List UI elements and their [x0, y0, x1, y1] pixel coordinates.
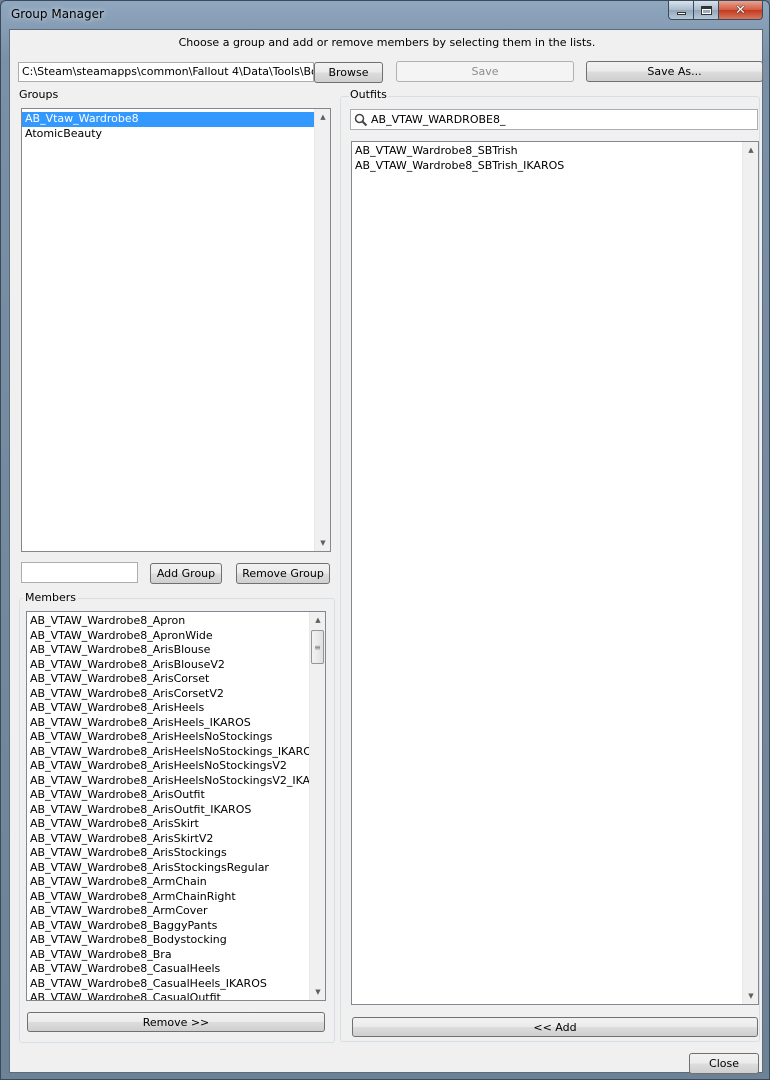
outfit-list-item[interactable]: AB_VTAW_Wardrobe8_SBTrish	[352, 144, 758, 159]
member-list-item[interactable]: AB_VTAW_Wardrobe8_ArisOutfit	[27, 788, 325, 803]
scroll-up-icon[interactable]: ▲	[310, 612, 325, 628]
scroll-up-icon[interactable]: ▲	[315, 109, 330, 125]
member-list-item[interactable]: AB_VTAW_Wardrobe8_ArisSkirt	[27, 817, 325, 832]
browse-button[interactable]: Browse	[314, 62, 383, 83]
scroll-down-icon[interactable]: ▼	[315, 535, 330, 551]
group-manager-window: Group Manager ✕ Choose a group and add o…	[0, 0, 770, 1080]
outfits-items: AB_VTAW_Wardrobe8_SBTrish AB_VTAW_Wardrob…	[352, 142, 758, 173]
member-list-item[interactable]: AB_VTAW_Wardrobe8_ArmChain	[27, 875, 325, 890]
groups-label: Groups	[19, 88, 59, 101]
member-list-item[interactable]: AB_VTAW_Wardrobe8_ArmChainRight	[27, 890, 325, 905]
close-icon: ✕	[735, 2, 746, 18]
member-list-item[interactable]: AB_VTAW_Wardrobe8_Bra	[27, 948, 325, 963]
member-list-item[interactable]: AB_VTAW_Wardrobe8_CasualOutfit	[27, 991, 325, 1000]
member-list-item[interactable]: AB_VTAW_Wardrobe8_ArisHeels	[27, 701, 325, 716]
groups-scrollbar[interactable]: ▲ ▼	[314, 109, 330, 551]
member-list-item[interactable]: AB_VTAW_Wardrobe8_BaggyPants	[27, 919, 325, 934]
member-list-item[interactable]: AB_VTAW_Wardrobe8_ArisHeels_IKAROS	[27, 716, 325, 731]
members-scrollbar[interactable]: ▲ ≡ ▼	[309, 612, 325, 1000]
scroll-down-icon[interactable]: ▼	[310, 984, 325, 1000]
scroll-down-icon[interactable]: ▼	[743, 988, 758, 1004]
minimize-button[interactable]	[668, 1, 694, 20]
outfits-list[interactable]: AB_VTAW_Wardrobe8_SBTrish AB_VTAW_Wardrob…	[351, 141, 759, 1005]
group-list-item[interactable]: AB_Vtaw_Wardrobe8	[22, 112, 330, 127]
outfits-label: Outfits	[349, 88, 388, 101]
member-list-item[interactable]: AB_VTAW_Wardrobe8_ArisOutfit_IKAROS	[27, 803, 325, 818]
remove-group-button[interactable]: Remove Group	[236, 563, 330, 584]
scroll-up-icon[interactable]: ▲	[743, 142, 758, 158]
member-list-item[interactable]: AB_VTAW_Wardrobe8_CasualHeels	[27, 962, 325, 977]
path-field[interactable]: C:\Steam\steamapps\common\Fallout 4\Data…	[18, 62, 314, 82]
member-list-item[interactable]: AB_VTAW_Wardrobe8_ArisBlouse	[27, 643, 325, 658]
instruction-text: Choose a group and add or remove members…	[178, 36, 596, 49]
member-list-item[interactable]: AB_VTAW_Wardrobe8_Apron	[27, 614, 325, 629]
close-button[interactable]: Close	[689, 1053, 759, 1074]
members-items: AB_VTAW_Wardrobe8_Apron AB_VTAW_Wardrobe8…	[27, 612, 325, 1000]
title-bar[interactable]: Group Manager ✕	[1, 1, 769, 29]
window-controls: ✕	[668, 1, 763, 20]
group-list-item[interactable]: AtomicBeauty	[22, 127, 330, 142]
member-list-item[interactable]: AB_VTAW_Wardrobe8_ArisStockings	[27, 846, 325, 861]
member-list-item[interactable]: AB_VTAW_Wardrobe8_ArisCorsetV2	[27, 687, 325, 702]
dialog-client-area: Choose a group and add or remove members…	[9, 29, 763, 1074]
maximize-icon	[700, 5, 712, 15]
member-list-item[interactable]: AB_VTAW_Wardrobe8_Bodystocking	[27, 933, 325, 948]
new-group-input[interactable]	[21, 562, 138, 583]
member-list-item[interactable]: AB_VTAW_Wardrobe8_ApronWide	[27, 629, 325, 644]
members-label: Members	[23, 591, 78, 604]
member-list-item[interactable]: AB_VTAW_Wardrobe8_ArisHeelsNoStockings	[27, 730, 325, 745]
save-as-button[interactable]: Save As...	[586, 61, 763, 82]
window-title: Group Manager	[11, 7, 104, 21]
maximize-button[interactable]	[694, 1, 719, 20]
groups-items: AB_Vtaw_Wardrobe8 AtomicBeauty	[22, 109, 330, 141]
save-button[interactable]: Save	[396, 61, 574, 82]
member-list-item[interactable]: AB_VTAW_Wardrobe8_ArmCover	[27, 904, 325, 919]
remove-member-button[interactable]: Remove >>	[27, 1012, 325, 1032]
close-window-button[interactable]: ✕	[719, 1, 763, 20]
outfit-search-value: AB_VTAW_WARDROBE8_	[371, 113, 506, 126]
search-icon	[351, 113, 371, 127]
add-outfit-button[interactable]: << Add	[352, 1017, 758, 1037]
members-list[interactable]: AB_VTAW_Wardrobe8_Apron AB_VTAW_Wardrobe8…	[26, 611, 326, 1001]
outfits-scrollbar[interactable]: ▲ ▼	[742, 142, 758, 1004]
member-list-item[interactable]: AB_VTAW_Wardrobe8_ArisCorset	[27, 672, 325, 687]
outfit-list-item[interactable]: AB_VTAW_Wardrobe8_SBTrish_IKAROS	[352, 159, 758, 174]
member-list-item[interactable]: AB_VTAW_Wardrobe8_CasualHeels_IKAROS	[27, 977, 325, 992]
member-list-item[interactable]: AB_VTAW_Wardrobe8_ArisHeelsNoStockingsV2…	[27, 774, 325, 789]
member-list-item[interactable]: AB_VTAW_Wardrobe8_ArisBlouseV2	[27, 658, 325, 673]
outfit-search-input[interactable]: AB_VTAW_WARDROBE8_	[350, 109, 758, 130]
add-group-button[interactable]: Add Group	[150, 563, 222, 584]
minimize-icon	[676, 11, 686, 15]
member-list-item[interactable]: AB_VTAW_Wardrobe8_ArisHeelsNoStockings_I…	[27, 745, 325, 760]
scrollbar-thumb[interactable]: ≡	[311, 630, 324, 664]
member-list-item[interactable]: AB_VTAW_Wardrobe8_ArisSkirtV2	[27, 832, 325, 847]
groups-list[interactable]: AB_Vtaw_Wardrobe8 AtomicBeauty ▲ ▼	[21, 108, 331, 552]
member-list-item[interactable]: AB_VTAW_Wardrobe8_ArisHeelsNoStockingsV2	[27, 759, 325, 774]
member-list-item[interactable]: AB_VTAW_Wardrobe8_ArisStockingsRegular	[27, 861, 325, 876]
